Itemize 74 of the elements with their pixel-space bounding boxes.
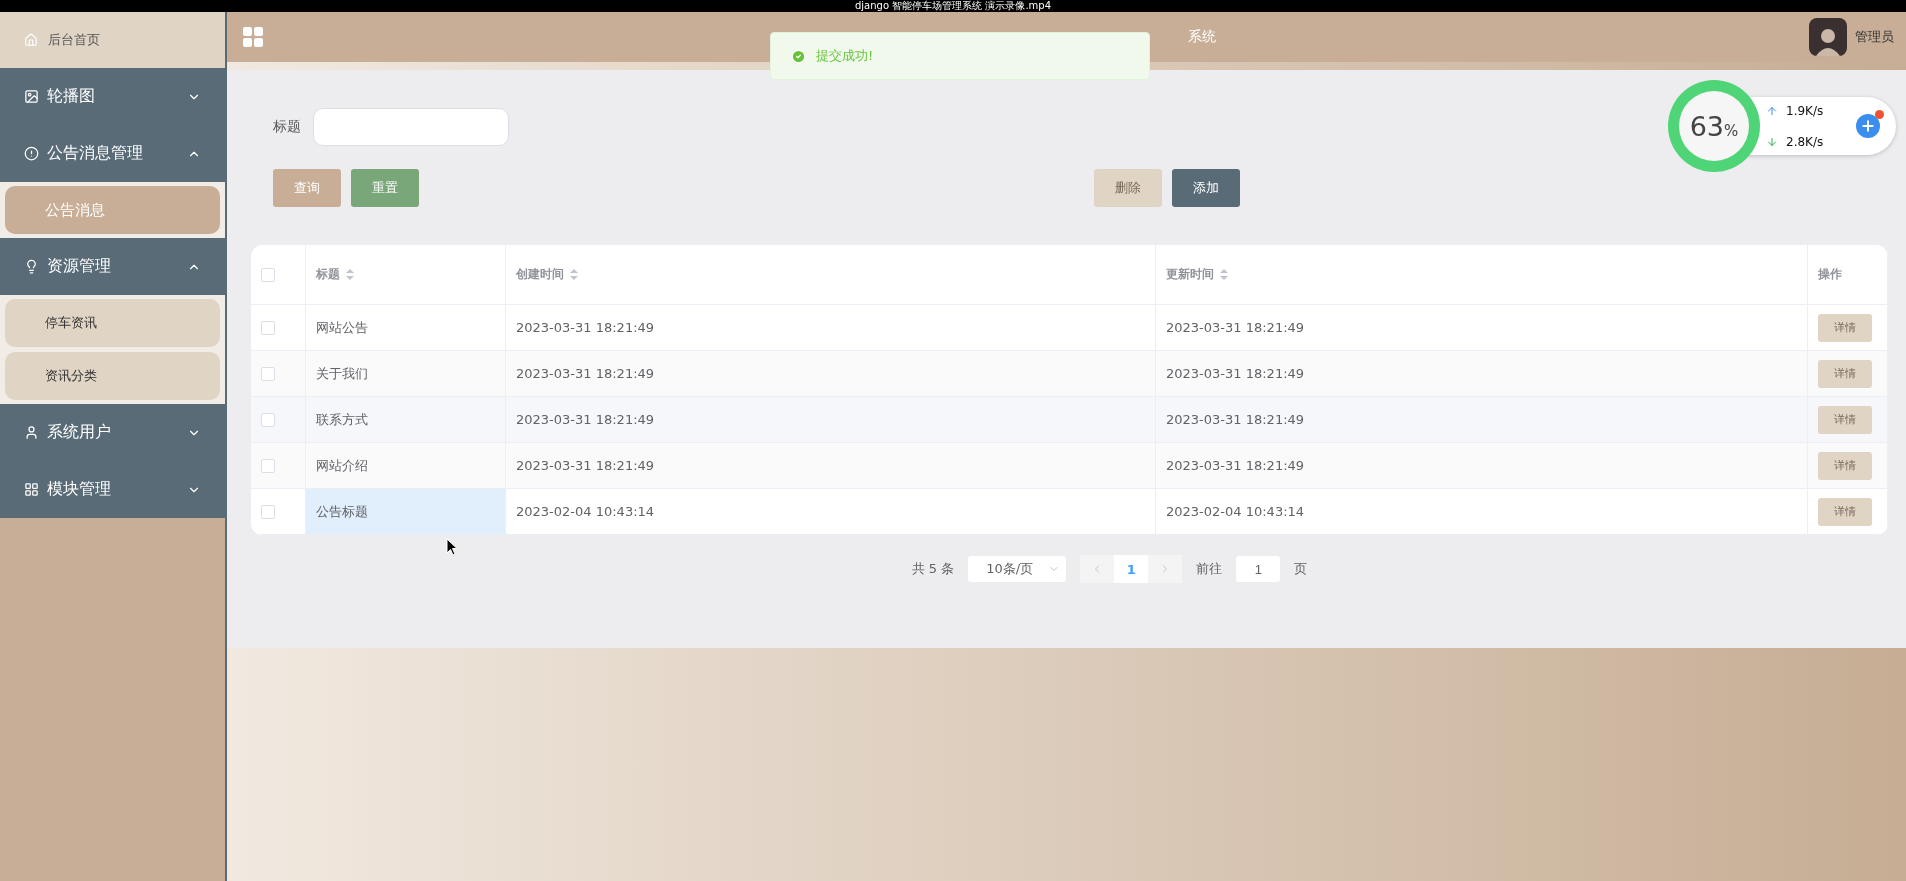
column-header: 标题 bbox=[316, 266, 340, 283]
page-size-select[interactable]: 10条/页 bbox=[968, 556, 1067, 582]
table-cell: 2023-03-31 18:21:49 bbox=[1156, 305, 1808, 350]
table-cell: 2023-03-31 18:21:49 bbox=[1156, 351, 1808, 396]
grid-icon bbox=[24, 482, 39, 497]
column-header: 操作 bbox=[1818, 266, 1842, 283]
sidebar-menu-item[interactable]: 系统用户 bbox=[0, 404, 225, 461]
user-icon bbox=[24, 425, 39, 440]
table-cell: 2023-03-31 18:21:49 bbox=[506, 397, 1156, 442]
percent-unit: % bbox=[1724, 122, 1739, 140]
cursor-icon bbox=[446, 538, 458, 556]
table-cell: 2023-02-04 10:43:14 bbox=[506, 489, 1156, 534]
checkbox[interactable] bbox=[261, 320, 275, 335]
checkbox[interactable] bbox=[261, 504, 275, 519]
table-cell: 公告标题 bbox=[306, 489, 506, 534]
plus-icon bbox=[1860, 118, 1876, 134]
checkbox[interactable] bbox=[261, 412, 275, 427]
table-cell: 2023-03-31 18:21:49 bbox=[1156, 397, 1808, 442]
title-input[interactable] bbox=[313, 108, 509, 146]
upload-speed: 1.9K/s bbox=[1786, 103, 1825, 118]
lightbulb-icon bbox=[24, 259, 39, 274]
sidebar-menu-item[interactable]: 模块管理 bbox=[0, 461, 225, 518]
grid-menu-icon[interactable] bbox=[241, 25, 265, 49]
submenu-item[interactable]: 资讯分类 bbox=[5, 352, 220, 400]
download-icon bbox=[1766, 135, 1778, 148]
page-label: 页 bbox=[1294, 560, 1308, 578]
table-cell: 网站介绍 bbox=[306, 443, 506, 488]
next-page-button[interactable] bbox=[1148, 555, 1183, 583]
checkbox[interactable] bbox=[261, 458, 275, 473]
usage-percent: 63 bbox=[1689, 111, 1725, 142]
goto-page-input[interactable]: 1 bbox=[1236, 556, 1281, 582]
sort-icon[interactable] bbox=[570, 269, 578, 280]
page-button[interactable]: 1 bbox=[1114, 555, 1149, 583]
submenu-item[interactable]: 停车资讯 bbox=[5, 299, 220, 347]
sidebar-menu-item[interactable]: 资源管理 bbox=[0, 238, 225, 295]
success-icon bbox=[791, 48, 806, 64]
table-cell: 2023-03-31 18:21:49 bbox=[1156, 443, 1808, 488]
detail-button[interactable]: 详情 bbox=[1818, 405, 1872, 434]
column-header: 创建时间 bbox=[516, 266, 564, 283]
table-cell: 2023-02-04 10:43:14 bbox=[1156, 489, 1808, 534]
detail-button[interactable]: 详情 bbox=[1818, 359, 1872, 388]
image-icon bbox=[24, 89, 39, 104]
upload-icon bbox=[1766, 104, 1778, 117]
sort-icon[interactable] bbox=[346, 269, 354, 280]
table-cell: 网站公告 bbox=[306, 305, 506, 350]
table-cell: 2023-03-31 18:21:49 bbox=[506, 305, 1156, 350]
add-button[interactable]: 添加 bbox=[1172, 169, 1240, 207]
sidebar-home-item[interactable]: 后台首页 bbox=[0, 12, 225, 68]
alert-icon bbox=[24, 146, 39, 161]
sort-icon[interactable] bbox=[1220, 269, 1228, 280]
column-header: 更新时间 bbox=[1166, 266, 1214, 283]
field-label: 标题 bbox=[273, 118, 301, 136]
download-speed: 2.8K/s bbox=[1786, 134, 1825, 149]
detail-button[interactable]: 详情 bbox=[1818, 313, 1872, 342]
table-cell: 2023-03-31 18:21:49 bbox=[506, 351, 1156, 396]
system-title: 系统 bbox=[1187, 28, 1217, 46]
detail-button[interactable]: 详情 bbox=[1818, 497, 1872, 526]
detail-button[interactable]: 详情 bbox=[1818, 451, 1872, 480]
user-name: 管理员 bbox=[1855, 28, 1894, 46]
table-cell: 联系方式 bbox=[306, 397, 506, 442]
checkbox[interactable] bbox=[261, 267, 275, 282]
sidebar-menu-item[interactable]: 公告消息管理 bbox=[0, 125, 225, 182]
table-cell: 2023-03-31 18:21:49 bbox=[506, 443, 1156, 488]
goto-label: 前往 bbox=[1196, 560, 1223, 578]
checkbox[interactable] bbox=[261, 366, 275, 381]
toast-message: 提交成功! bbox=[816, 47, 874, 65]
notification-dot bbox=[1875, 110, 1884, 119]
avatar-icon bbox=[1809, 18, 1847, 56]
total-count: 共 5 条 bbox=[911, 560, 955, 578]
video-title: django 智能停车场管理系统 演示录像.mp4 bbox=[0, 0, 1906, 12]
sidebar-menu-item[interactable]: 轮播图 bbox=[0, 68, 225, 125]
home-icon bbox=[24, 33, 38, 47]
prev-page-button[interactable] bbox=[1080, 555, 1115, 583]
table-cell: 关于我们 bbox=[306, 351, 506, 396]
